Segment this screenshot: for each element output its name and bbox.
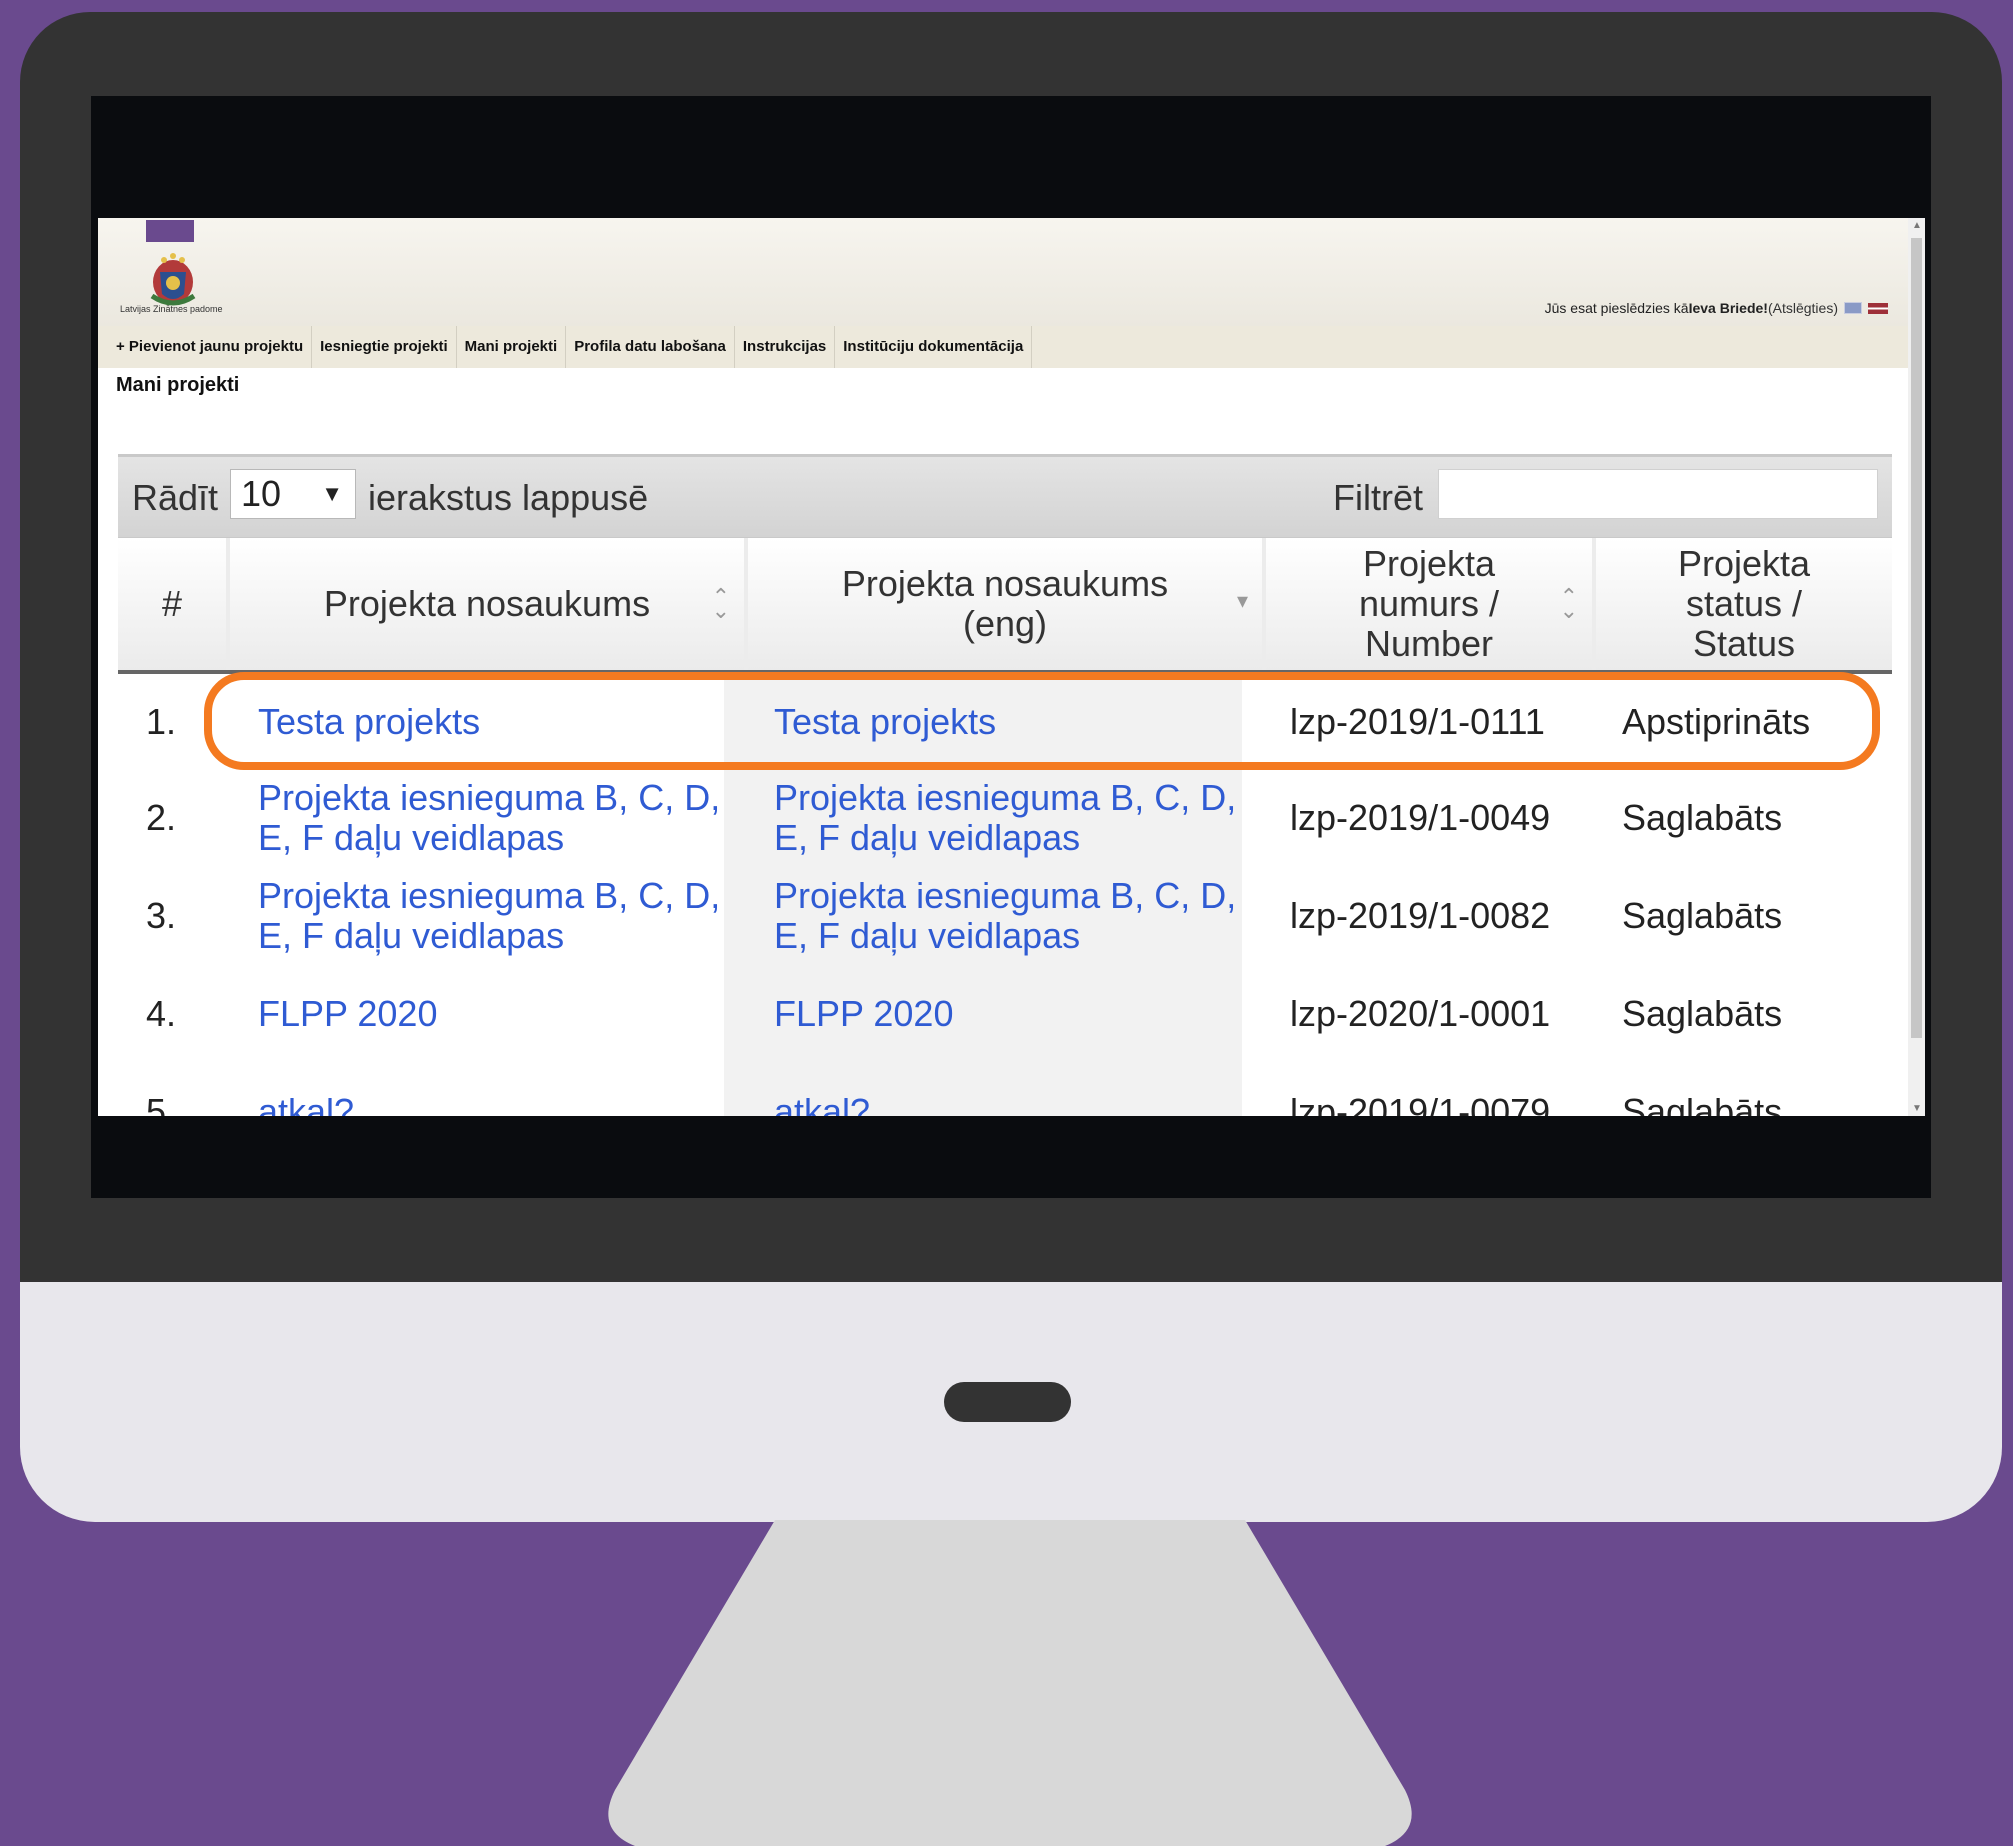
filter-label: Filtrēt <box>1333 477 1423 518</box>
col-index[interactable]: # <box>118 538 226 670</box>
project-status: Saglabāts <box>1622 1091 1783 1117</box>
col-project-status-label: Projekta status / Status <box>1677 543 1811 664</box>
latvian-flag-icon[interactable] <box>1868 302 1888 314</box>
scroll-down-arrow-icon[interactable]: ▼ <box>1912 1103 1922 1114</box>
sort-desc-icon: ▾ <box>1236 588 1248 613</box>
col-project-name-label: Projekta nosaukums <box>323 583 651 624</box>
monitor-logo-bar <box>944 1382 1071 1422</box>
project-number: lzp-2019/1-0079 <box>1290 1091 1551 1117</box>
nav-institution-docs[interactable]: Institūciju dokumentācija <box>835 326 1033 368</box>
page-title: Mani projekti <box>116 374 240 396</box>
browser-page: Latvijas Zinātnes padome Jūs esat pieslē… <box>98 218 1925 1116</box>
sort-both-icon: ⌃ ⌄ <box>1559 584 1578 623</box>
row-index: 3. <box>146 895 177 936</box>
site-header: Latvijas Zinātnes padome Jūs esat pieslē… <box>98 218 1908 326</box>
logout-link[interactable]: (Atslēgties) <box>1768 300 1838 316</box>
filter-input[interactable] <box>1438 469 1878 519</box>
logo-text: Latvijas Zinātnes padome <box>120 304 223 314</box>
table-toolbar: Rādīt 10 ▼ ierakstus lappusē Filtrēt <box>118 454 1892 540</box>
project-name-link[interactable]: Projekta iesnieguma B, C, D, E, F daļu v… <box>258 876 728 956</box>
col-project-number[interactable]: Projekta numurs / Number ⌃ ⌄ <box>1262 538 1592 670</box>
row-index: 1. <box>146 701 177 742</box>
sort-both-icon: ⌃ ⌄ <box>711 584 730 623</box>
header-accent <box>146 220 194 242</box>
project-name-link[interactable]: Projekta iesnieguma B, C, D, E, F daļu v… <box>258 778 728 858</box>
project-status: Saglabāts <box>1622 993 1783 1034</box>
table-row[interactable]: 2. Projekta iesnieguma B, C, D, E, F daļ… <box>118 770 1892 868</box>
show-label: Rādīt <box>132 477 219 518</box>
main-nav: + Pievienot jaunu projektu Iesniegtie pr… <box>98 326 1908 368</box>
row-highlight-outline <box>204 672 1880 770</box>
login-info: Jūs esat pieslēdzies kā Ieva Briede! (At… <box>1545 300 1888 316</box>
col-project-name[interactable]: Projekta nosaukums ⌃ ⌄ <box>226 538 744 670</box>
row-index: 2. <box>146 797 177 838</box>
col-project-number-label: Projekta numurs / Number <box>1358 543 1500 664</box>
project-name-eng-link[interactable]: atkal? <box>774 1092 1244 1117</box>
nav-my-projects[interactable]: Mani projekti <box>457 326 567 368</box>
nav-profile-edit[interactable]: Profila datu labošana <box>566 326 735 368</box>
scroll-up-arrow-icon[interactable]: ▲ <box>1912 220 1922 231</box>
project-status: Saglabāts <box>1622 797 1783 838</box>
col-project-name-eng-label: Projekta nosaukums (eng) <box>841 563 1169 644</box>
nav-instructions[interactable]: Instrukcijas <box>735 326 836 368</box>
project-status: Saglabāts <box>1622 895 1783 936</box>
table-row[interactable]: 5. atkal? atkal? lzp-2019/1-0079 Saglabā… <box>118 1064 1892 1117</box>
nav-submitted-projects[interactable]: Iesniegtie projekti <box>312 326 457 368</box>
table-header: # Projekta nosaukums ⌃ ⌄ Projekta nosauku… <box>118 538 1892 674</box>
nav-add-project[interactable]: + Pievienot jaunu projektu <box>108 326 313 368</box>
project-number: lzp-2020/1-0001 <box>1290 993 1551 1034</box>
col-project-name-eng[interactable]: Projekta nosaukums (eng) ▾ <box>744 538 1262 670</box>
row-index: 5. <box>146 1091 177 1117</box>
project-name-eng-link[interactable]: Projekta iesnieguma B, C, D, E, F daļu v… <box>774 876 1244 956</box>
monitor-stand <box>608 1520 1412 1846</box>
vertical-scrollbar[interactable]: ▲ ▼ <box>1908 218 1925 1116</box>
project-name-link[interactable]: FLPP 2020 <box>258 994 718 1034</box>
dropdown-arrow-icon: ▼ <box>321 481 343 506</box>
per-page-label: ierakstus lappusē <box>368 477 649 518</box>
english-flag-icon[interactable] <box>1844 302 1862 314</box>
project-number: lzp-2019/1-0082 <box>1290 895 1551 936</box>
table-row[interactable]: 4. FLPP 2020 FLPP 2020 lzp-2020/1-0001 S… <box>118 966 1892 1064</box>
table-row[interactable]: 3. Projekta iesnieguma B, C, D, E, F daļ… <box>118 868 1892 966</box>
coat-of-arms-logo <box>150 253 196 306</box>
scroll-thumb[interactable] <box>1911 238 1922 1038</box>
project-name-eng-link[interactable]: Projekta iesnieguma B, C, D, E, F daļu v… <box>774 778 1244 858</box>
user-name: Ieva Briede! <box>1688 300 1768 316</box>
login-prefix: Jūs esat pieslēdzies kā <box>1544 300 1689 316</box>
col-project-status[interactable]: Projekta status / Status <box>1592 538 1892 670</box>
project-name-link[interactable]: atkal? <box>258 1092 718 1117</box>
project-name-eng-link[interactable]: FLPP 2020 <box>774 994 1244 1034</box>
page-length-select[interactable]: 10 ▼ <box>230 469 356 519</box>
project-number: lzp-2019/1-0049 <box>1290 797 1551 838</box>
page-length-value: 10 <box>241 473 282 514</box>
row-index: 4. <box>146 993 177 1034</box>
